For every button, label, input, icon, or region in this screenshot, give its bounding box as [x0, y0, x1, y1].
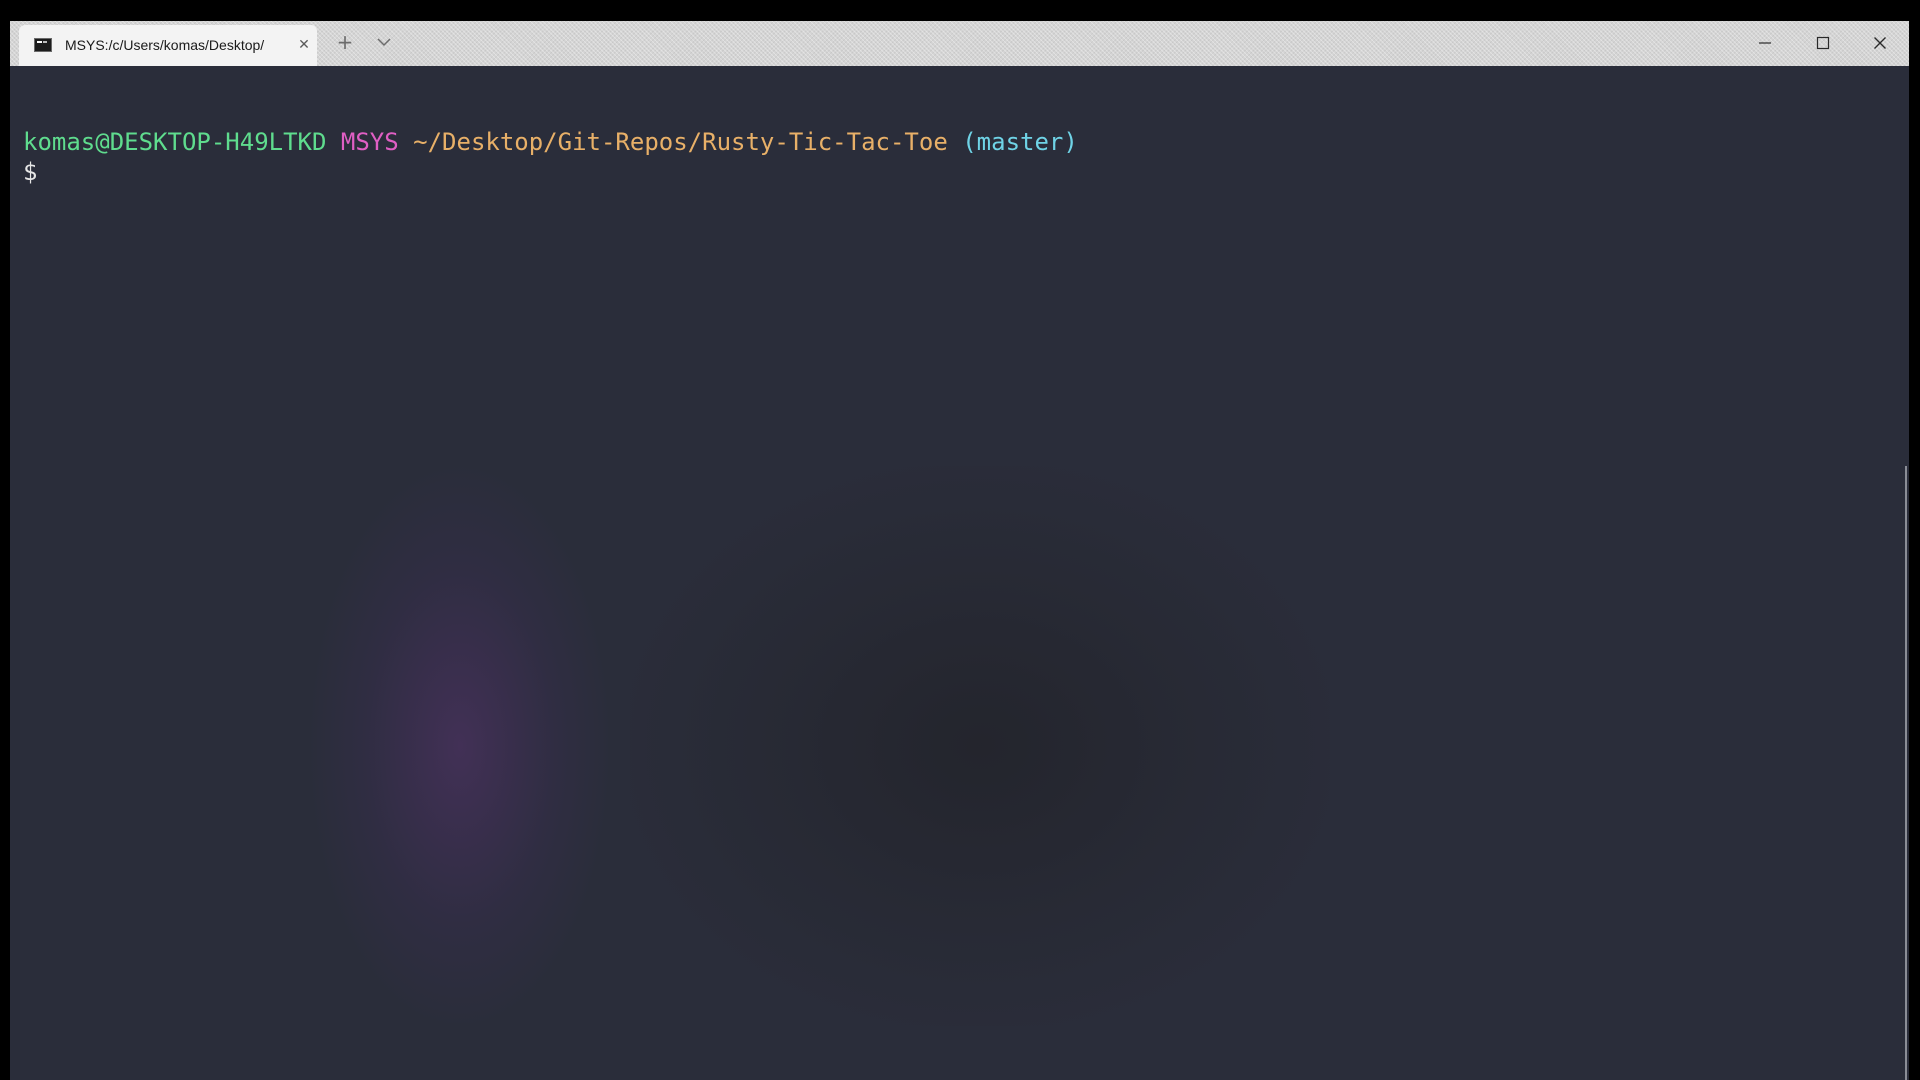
title-bar[interactable]: MSYS:/c/Users/komas/Desktop/ ✕ +	[10, 21, 1909, 66]
prompt-symbol: $	[23, 158, 38, 186]
minimize-button[interactable]	[1740, 21, 1790, 66]
maximize-icon	[1816, 36, 1830, 50]
terminal-output[interactable]: komas@DESKTOP-H49LTKD MSYS ~/Desktop/Git…	[10, 66, 1909, 1080]
close-icon	[1874, 37, 1886, 49]
new-tab-button[interactable]: +	[332, 29, 358, 55]
chevron-down-icon	[377, 38, 391, 47]
prompt-system: MSYS	[340, 128, 399, 156]
command-line[interactable]: $	[23, 157, 37, 187]
close-window-button[interactable]	[1855, 21, 1905, 66]
terminal-window: MSYS:/c/Users/komas/Desktop/ ✕ + komas@D…	[10, 21, 1909, 1080]
prompt-path: ~/Desktop/Git-Repos/Rusty-Tic-Tac-Toe	[413, 128, 948, 156]
minimize-icon	[1759, 42, 1771, 44]
scrollbar-thumb[interactable]	[1905, 466, 1907, 1080]
prompt-branch: (master)	[962, 128, 1078, 156]
terminal-icon	[34, 38, 52, 52]
tab-dropdown-button[interactable]	[376, 29, 396, 55]
background-glow	[310, 466, 610, 1026]
tab-msys[interactable]: MSYS:/c/Users/komas/Desktop/ ✕	[19, 25, 317, 66]
prompt-user-host: komas@DESKTOP-H49LTKD	[23, 128, 327, 156]
prompt-line: komas@DESKTOP-H49LTKD MSYS ~/Desktop/Git…	[23, 127, 1078, 157]
close-icon[interactable]: ✕	[293, 33, 315, 57]
maximize-button[interactable]	[1798, 21, 1848, 66]
scrollbar[interactable]	[1901, 66, 1909, 1080]
background-shade	[630, 466, 1330, 1026]
tab-title: MSYS:/c/Users/komas/Desktop/	[65, 37, 265, 53]
